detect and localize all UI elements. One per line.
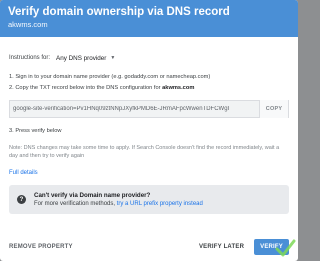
checkmark-watermark-icon: [275, 239, 296, 257]
info-title: Can't verify via Domain name provider?: [34, 191, 151, 199]
step-1: 1. Sign in to your domain name provider …: [9, 74, 211, 80]
dialog-domain: akwms.com: [8, 20, 48, 29]
remove-property-button[interactable]: REMOVE PROPERTY: [9, 244, 73, 250]
step-3: 3. Press verify below: [9, 128, 62, 134]
instructions-row: Instructions for: Any DNS provider ▼: [9, 52, 289, 64]
step-2-domain: akwms.com: [162, 85, 195, 91]
dialog-title: Verify domain ownership via DNS record: [8, 6, 230, 18]
txt-record-row: google-site-verification=Pv1HNq09ztNNpJX…: [9, 100, 289, 118]
dns-note: Note: DNS changes may take some time to …: [9, 145, 280, 159]
dialog-content: Instructions for: Any DNS provider ▼ 1. …: [0, 52, 298, 214]
chevron-down-icon: ▼: [110, 55, 116, 61]
txt-record-value[interactable]: google-site-verification=Pv1HNq09ztNNpJX…: [13, 106, 259, 112]
dialog-footer: REMOVE PROPERTY VERIFY LATER VERIFY: [0, 233, 298, 261]
full-details-link[interactable]: Full details: [9, 170, 38, 176]
info-body: For more verification methods, try a URL…: [34, 200, 203, 208]
copy-button[interactable]: COPY: [259, 100, 288, 118]
instructions-label: Instructions for:: [9, 55, 51, 61]
verify-domain-dialog: Verify domain ownership via DNS record a…: [0, 0, 298, 261]
dns-provider-value: Any DNS provider: [56, 54, 107, 62]
info-text: Can't verify via Domain name provider? F…: [34, 192, 203, 208]
verify-later-button[interactable]: VERIFY LATER: [199, 244, 244, 250]
alternate-method-box: ? Can't verify via Domain name provider?…: [9, 185, 289, 214]
dns-provider-select[interactable]: Any DNS provider ▼: [56, 55, 115, 62]
info-body-text: For more verification methods,: [34, 200, 117, 207]
step-2-text: 2. Copy the TXT record below into the DN…: [9, 85, 163, 91]
step-2: 2. Copy the TXT record below into the DN…: [9, 84, 289, 92]
url-prefix-link[interactable]: try a URL prefix property instead: [117, 201, 203, 207]
help-icon: ?: [17, 195, 26, 204]
dialog-header: Verify domain ownership via DNS record a…: [0, 0, 298, 37]
